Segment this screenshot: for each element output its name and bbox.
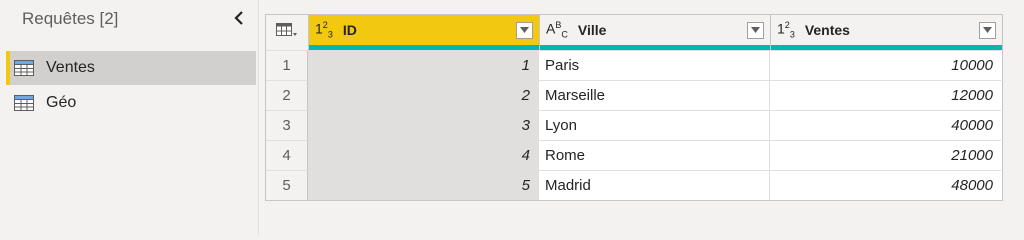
column-header-id[interactable]: 123 ID	[309, 15, 540, 45]
type-glyph-sub: 3	[327, 29, 333, 40]
table-menu-icon	[276, 23, 297, 36]
column-header-label: Ventes	[804, 22, 850, 38]
queries-pane: Requêtes [2] Ventes Géo	[0, 0, 259, 235]
type-glyph: 1	[777, 20, 785, 37]
column-filter-button[interactable]	[747, 21, 764, 39]
row-number[interactable]: 3	[266, 110, 308, 140]
cell-ventes[interactable]: 48000	[770, 170, 1001, 200]
query-item-label: Ventes	[46, 59, 95, 76]
cell-ville[interactable]: Lyon	[539, 110, 770, 140]
cell-ville[interactable]: Rome	[539, 140, 770, 170]
table-row: 4 4 Rome 21000	[266, 140, 1002, 170]
chevron-down-icon	[751, 27, 760, 33]
cell-ventes[interactable]: 21000	[770, 140, 1001, 170]
row-number[interactable]: 4	[266, 140, 308, 170]
table-row: 1 1 Paris 10000	[266, 50, 1002, 80]
column-filter-button[interactable]	[516, 21, 533, 39]
cell-ventes[interactable]: 12000	[770, 80, 1001, 110]
row-number[interactable]: 2	[266, 80, 308, 110]
cell-id[interactable]: 5	[308, 170, 539, 200]
cell-id[interactable]: 3	[308, 110, 539, 140]
type-glyph: 1	[315, 20, 323, 37]
column-filter-button[interactable]	[979, 21, 996, 39]
column-header-ventes[interactable]: 123 Ventes	[771, 15, 1002, 45]
chevron-left-icon	[234, 11, 243, 25]
cell-ventes[interactable]: 40000	[770, 110, 1001, 140]
query-item-label: Géo	[46, 94, 77, 111]
header-row: 123 ID ABC Ville 123 Ventes	[266, 15, 1002, 45]
query-item-geo[interactable]: Géo	[6, 86, 252, 120]
table-row: 5 5 Madrid 48000	[266, 170, 1002, 200]
cell-id[interactable]: 4	[308, 140, 539, 170]
table-icon	[14, 60, 34, 76]
cell-id[interactable]: 2	[308, 80, 539, 110]
data-grid-area: 123 ID ABC Ville 123 Ventes 1 1 Paris 10…	[259, 0, 1024, 235]
table-row: 3 3 Lyon 40000	[266, 110, 1002, 140]
type-glyph: A	[546, 20, 556, 37]
column-header-label: ID	[342, 22, 357, 38]
type-glyph-sub: 3	[789, 29, 795, 40]
type-glyph-sub: C	[561, 29, 568, 40]
cell-id[interactable]: 1	[308, 50, 539, 80]
query-item-ventes[interactable]: Ventes	[6, 51, 256, 85]
table-menu-button[interactable]	[266, 15, 309, 45]
cell-ville[interactable]: Marseille	[539, 80, 770, 110]
cell-ville[interactable]: Paris	[539, 50, 770, 80]
table-icon	[14, 95, 34, 111]
row-number[interactable]: 5	[266, 170, 308, 200]
chevron-down-icon	[983, 27, 992, 33]
collapse-pane-button[interactable]	[230, 8, 248, 28]
whole-number-type-icon[interactable]: 123	[315, 20, 333, 39]
table-row: 2 2 Marseille 12000	[266, 80, 1002, 110]
queries-pane-title: Requêtes [2]	[22, 9, 119, 28]
cell-ventes[interactable]: 10000	[770, 50, 1001, 80]
text-type-icon[interactable]: ABC	[546, 20, 568, 39]
cell-ville[interactable]: Madrid	[539, 170, 770, 200]
row-number[interactable]: 1	[266, 50, 308, 80]
column-header-label: Ville	[577, 22, 607, 38]
data-grid: 123 ID ABC Ville 123 Ventes 1 1 Paris 10…	[265, 14, 1003, 201]
column-header-ville[interactable]: ABC Ville	[540, 15, 771, 45]
chevron-down-icon	[520, 27, 529, 33]
whole-number-type-icon[interactable]: 123	[777, 20, 795, 39]
